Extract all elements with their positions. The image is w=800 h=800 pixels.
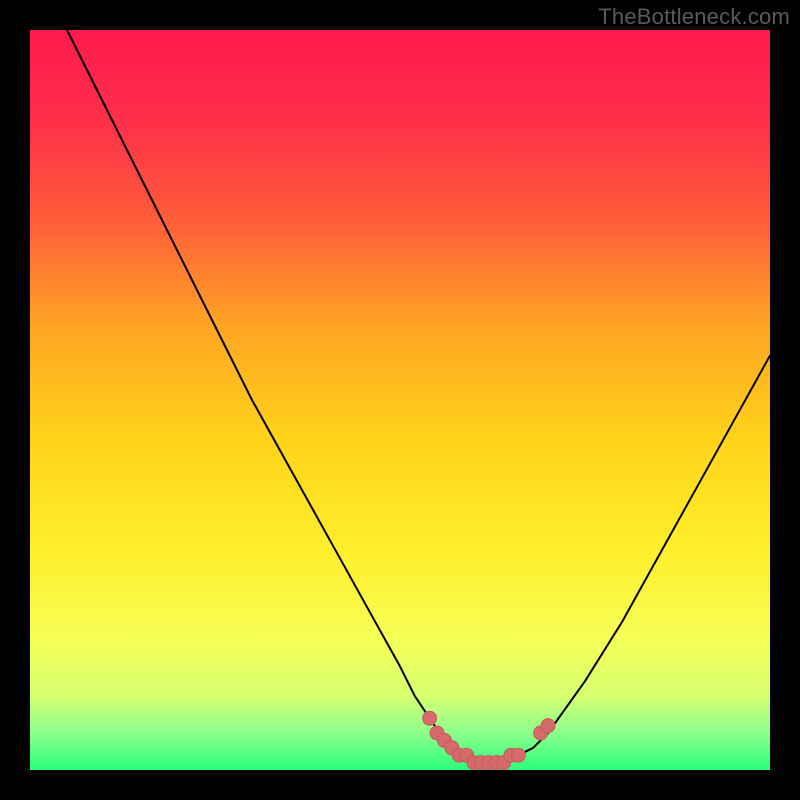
curve-marker: [511, 748, 525, 762]
bottleneck-curve: [67, 30, 770, 763]
watermark-text: TheBottleneck.com: [598, 4, 790, 30]
curve-markers: [423, 711, 555, 769]
curve-layer: [30, 30, 770, 770]
plot-area: [30, 30, 770, 770]
chart-frame: TheBottleneck.com: [0, 0, 800, 800]
curve-marker: [423, 711, 437, 725]
curve-marker: [541, 719, 555, 733]
